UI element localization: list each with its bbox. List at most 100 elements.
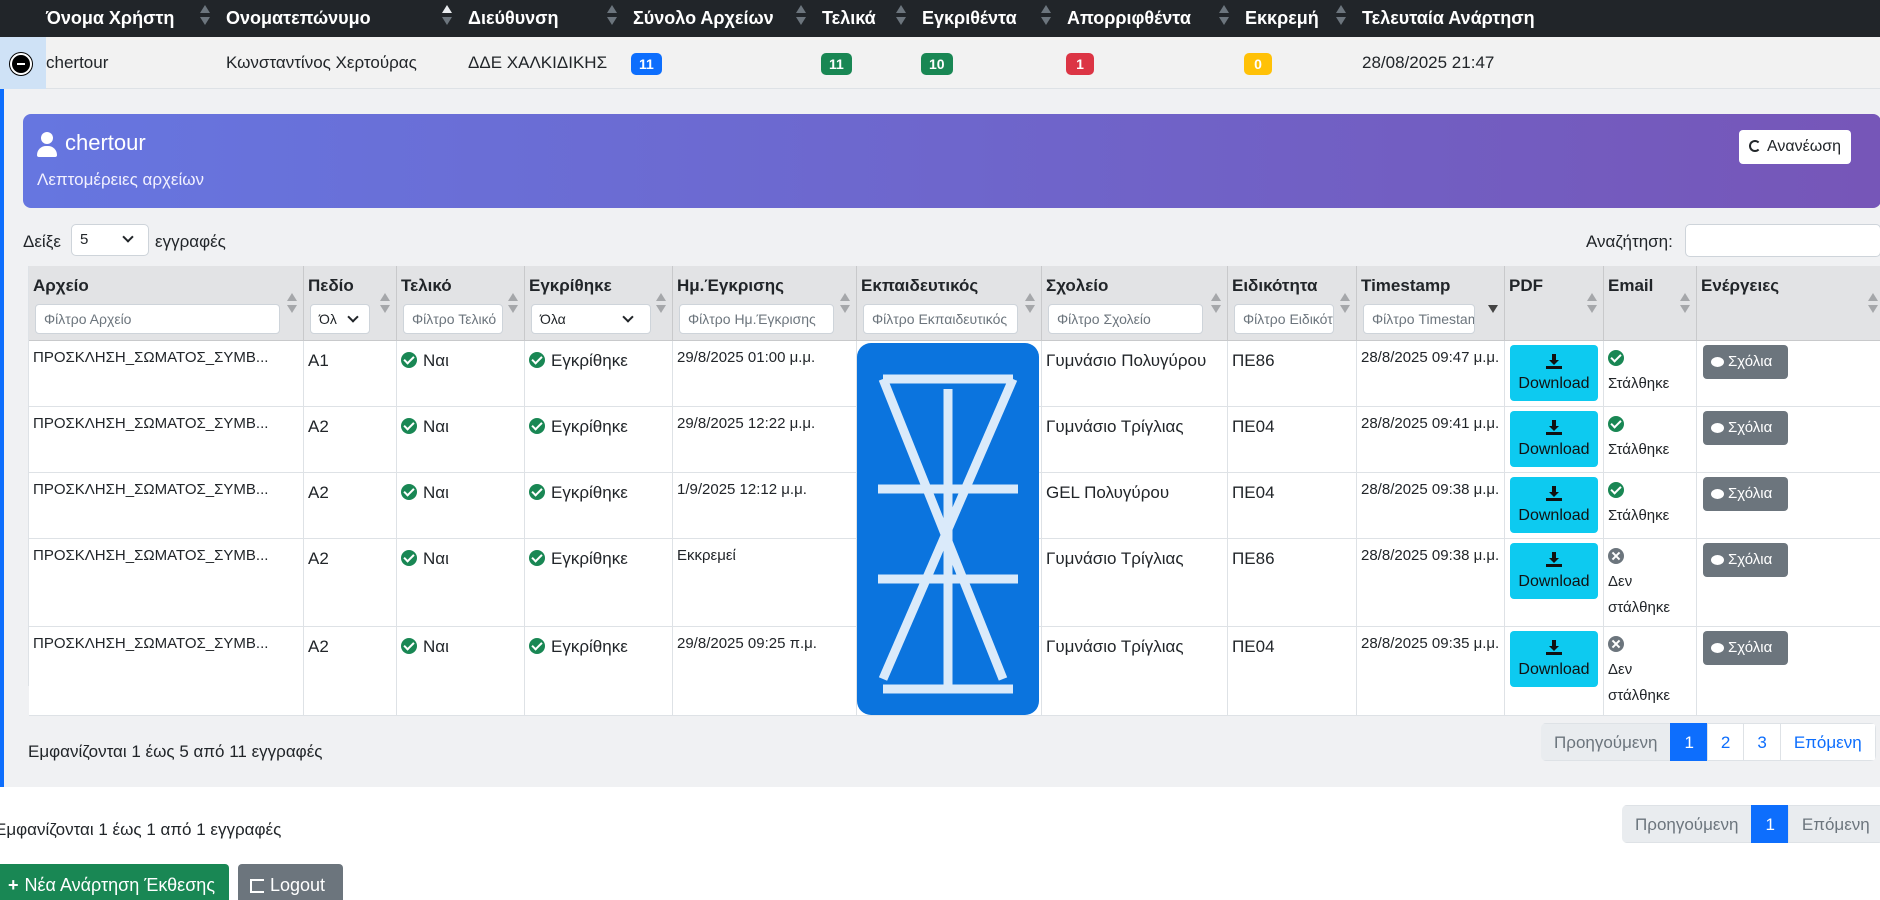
filter-specialty-input[interactable]: Φίλτρο Ειδικότητα: [1234, 304, 1334, 334]
sort-icon[interactable]: [1336, 5, 1346, 29]
comments-button[interactable]: Σχόλια: [1703, 345, 1788, 379]
check-circle-icon: [401, 418, 417, 434]
pagination-next[interactable]: Επόμενη: [1787, 805, 1880, 843]
sort-icon[interactable]: [287, 293, 297, 317]
sort-icon[interactable]: [896, 5, 906, 29]
specialty-value: ΠΕ04: [1232, 417, 1275, 436]
new-report-button[interactable]: + Νέα Ανάρτηση Έκθεσης: [0, 864, 229, 900]
col-school-header[interactable]: Σχολείο Φίλτρο Σχολείο: [1042, 266, 1228, 341]
comments-button[interactable]: Σχόλια: [1703, 477, 1788, 511]
sort-icon[interactable]: [1680, 293, 1690, 317]
comment-icon: [1711, 489, 1724, 499]
sort-icon[interactable]: [1340, 293, 1350, 317]
col-approved-header[interactable]: Εγκρίθηκε Όλα: [525, 266, 673, 341]
sort-icon[interactable]: [1219, 5, 1229, 29]
download-button[interactable]: Download: [1510, 411, 1598, 467]
last-post-cell: 28/08/2025 21:47: [1362, 53, 1495, 72]
redaction-scribble: [857, 343, 1039, 715]
filter-school-input[interactable]: Φίλτρο Σχολείο: [1048, 304, 1203, 334]
filter-approval-date-input[interactable]: Φίλτρο Ημ.Έγκρισης: [679, 304, 834, 334]
filter-teacher-input[interactable]: Φίλτρο Εκπαιδευτικός: [863, 304, 1018, 334]
specialty-cell: ΠΕ04: [1228, 627, 1357, 715]
col-username-header[interactable]: Όνομα Χρήστη: [46, 0, 174, 37]
pagination-page-2[interactable]: 2: [1706, 723, 1745, 761]
check-circle-icon: [1608, 416, 1624, 432]
comments-button[interactable]: Σχόλια: [1703, 411, 1788, 445]
actions-cell: Σχόλια: [1697, 341, 1880, 406]
pagination-prev[interactable]: Προηγούμενη: [1541, 723, 1672, 761]
sort-icon[interactable]: [1025, 293, 1035, 317]
file-cell: ΠΡΟΣΚΛΗΣΗ_ΣΩΜΑΤΟΣ_ΣΥΜΒ...: [29, 407, 304, 472]
col-field-header[interactable]: Πεδίο Όλ: [304, 266, 397, 341]
col-specialty-header[interactable]: Ειδικότητα Φίλτρο Ειδικότητα: [1228, 266, 1357, 341]
sort-icon[interactable]: [1868, 293, 1878, 317]
user-row[interactable]: chertour Κωνσταντίνος Χερτούρας ΔΔΕ ΧΑΛΚ…: [0, 37, 1880, 89]
sort-icon[interactable]: [840, 293, 850, 317]
sort-icon[interactable]: [796, 5, 806, 29]
page-length-select[interactable]: 5: [71, 224, 149, 256]
filter-timestamp-input[interactable]: Φίλτρο Timestamp: [1363, 304, 1475, 334]
col-pdf-header[interactable]: PDF: [1505, 266, 1604, 341]
sort-icon[interactable]: [1041, 5, 1051, 29]
pagination-prev[interactable]: Προηγούμενη: [1622, 805, 1753, 843]
col-teacher-header[interactable]: Εκπαιδευτικός Φίλτρο Εκπαιδευτικός: [857, 266, 1042, 341]
download-label: Download: [1518, 573, 1590, 590]
final-value: Ναι: [423, 549, 449, 568]
pagination-page-1[interactable]: 1: [1670, 723, 1708, 761]
download-button[interactable]: Download: [1510, 543, 1598, 599]
download-button[interactable]: Download: [1510, 631, 1598, 687]
comments-button[interactable]: Σχόλια: [1703, 631, 1788, 665]
search-input[interactable]: [1685, 224, 1880, 257]
logout-button[interactable]: Logout: [238, 864, 343, 900]
approved-cell: Εγκρίθηκε: [525, 539, 673, 626]
pagination-page-1[interactable]: 1: [1751, 805, 1789, 843]
col-rejected-header[interactable]: Απορριφθέντα: [1067, 0, 1191, 37]
col-file-header[interactable]: Αρχείο Φίλτρο Αρχείο: [29, 266, 304, 341]
file-cell: ΠΡΟΣΚΛΗΣΗ_ΣΩΜΑΤΟΣ_ΣΥΜΒ...: [29, 341, 304, 406]
sort-asc-icon[interactable]: [442, 5, 452, 29]
row-toggle-cell[interactable]: [0, 37, 46, 89]
sort-icon[interactable]: [607, 5, 617, 29]
filter-file-input[interactable]: Φίλτρο Αρχείο: [35, 304, 280, 334]
field-value: Α2: [308, 483, 329, 502]
comments-button[interactable]: Σχόλια: [1703, 543, 1788, 577]
col-last-post-header[interactable]: Τελευταία Ανάρτηση: [1362, 0, 1535, 37]
col-final-header[interactable]: Τελικό Φίλτρο Τελικό: [397, 266, 525, 341]
sort-icon[interactable]: [508, 293, 518, 317]
sort-icon[interactable]: [1211, 293, 1221, 317]
col-timestamp-header[interactable]: Timestamp Φίλτρο Timestamp: [1357, 266, 1505, 341]
col-final-header[interactable]: Τελικά: [822, 0, 876, 37]
col-approval-date-header[interactable]: Ημ.Έγκρισης Φίλτρο Ημ.Έγκρισης: [673, 266, 857, 341]
sort-icon[interactable]: [1587, 293, 1597, 317]
sort-desc-icon[interactable]: [1488, 293, 1498, 317]
col-field-label: Πεδίο: [308, 276, 354, 295]
collapse-minus-icon[interactable]: [10, 53, 32, 75]
col-pending-header[interactable]: Εκκρεμή: [1245, 0, 1319, 37]
final-cell: Ναι: [397, 539, 525, 626]
approval-date-value: 29/8/2025 01:00 μ.μ.: [677, 349, 816, 366]
comments-label: Σχόλια: [1728, 419, 1773, 436]
sort-icon[interactable]: [380, 293, 390, 317]
download-button[interactable]: Download: [1510, 477, 1598, 533]
col-address-header[interactable]: Διεύθυνση: [468, 0, 558, 37]
download-button[interactable]: Download: [1510, 345, 1598, 401]
users-table-header: Όνομα Χρήστη Ονοματεπώνυμο Διεύθυνση Σύν…: [0, 0, 1880, 37]
filter-final-input[interactable]: Φίλτρο Τελικό: [403, 304, 503, 334]
col-fullname-header[interactable]: Ονοματεπώνυμο: [226, 0, 371, 37]
filter-approved-select[interactable]: Όλα: [531, 304, 651, 334]
pagination-page-3[interactable]: 3: [1743, 723, 1781, 761]
pagination-next[interactable]: Επόμενη: [1779, 723, 1876, 761]
col-actions-header[interactable]: Ενέργειες: [1697, 266, 1880, 341]
total-badge: 11: [631, 52, 662, 75]
field-cell: Α2: [304, 407, 397, 472]
sort-icon[interactable]: [656, 293, 666, 317]
approved-cell: Εγκρίθηκε: [525, 473, 673, 538]
check-circle-icon: [529, 638, 545, 654]
refresh-button[interactable]: Ανανέωση: [1738, 130, 1851, 164]
col-approved-header[interactable]: Εγκριθέντα: [922, 0, 1017, 37]
col-total-header[interactable]: Σύνολο Αρχείων: [633, 0, 774, 37]
chevron-down-icon: [122, 231, 134, 243]
filter-field-select[interactable]: Όλ: [310, 304, 370, 334]
sort-icon[interactable]: [200, 5, 210, 29]
col-email-header[interactable]: Email: [1604, 266, 1697, 341]
